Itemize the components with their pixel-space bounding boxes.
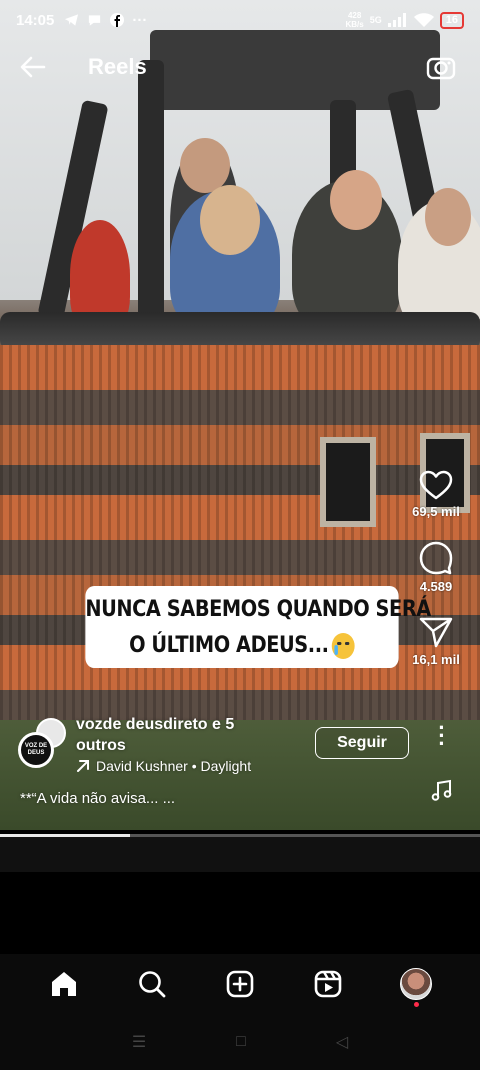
music-note-icon[interactable] xyxy=(430,778,454,802)
comment-icon xyxy=(419,541,453,575)
avatar[interactable]: VOZ DE DEUS xyxy=(18,732,54,768)
create-icon[interactable] xyxy=(220,964,260,1004)
music-info[interactable]: David Kushner • Daylight xyxy=(76,758,251,774)
back-triangle-icon[interactable]: ◁ xyxy=(336,1032,348,1052)
avatar-logo-text: VOZ DE DEUS xyxy=(21,735,51,765)
menu-icon[interactable]: ☰ xyxy=(132,1032,146,1052)
bottom-navigation xyxy=(0,954,480,1014)
status-right: 428 KB/s 5G 16 xyxy=(346,11,464,29)
reels-icon[interactable] xyxy=(308,964,348,1004)
status-bar: 14:05 ··· 428 KB/s 5G 16 xyxy=(0,0,480,40)
camera-icon[interactable] xyxy=(426,54,456,80)
reels-header: Reels xyxy=(0,48,480,88)
notification-icons: ··· xyxy=(64,12,147,29)
share-count: 16,1 mil xyxy=(412,652,460,667)
net-speed-unit: KB/s xyxy=(345,20,364,29)
net-speed-value: 428 xyxy=(347,11,362,20)
caption-line-2: O ÚLTIMO ADEUS... xyxy=(85,628,398,664)
like-count: 69,5 mil xyxy=(412,504,460,519)
heart-icon xyxy=(419,470,453,500)
arrow-left-icon[interactable] xyxy=(18,52,48,88)
status-time: 14:05 xyxy=(16,11,55,29)
reel-video[interactable] xyxy=(0,0,480,830)
home-icon[interactable] xyxy=(44,964,84,1004)
crying-face-emoji xyxy=(332,633,355,659)
telegram-icon xyxy=(65,14,79,26)
video-people xyxy=(60,138,480,330)
profile-avatar[interactable] xyxy=(396,964,436,1007)
share-button[interactable]: 16,1 mil xyxy=(406,616,466,667)
signal-icon xyxy=(387,13,406,27)
author-names[interactable]: vozde deusdireto e 5 outros xyxy=(76,714,296,756)
arrow-up-right-icon xyxy=(77,760,89,772)
comment-button[interactable]: 4.589 xyxy=(406,541,466,594)
chat-icon xyxy=(89,15,101,26)
more-options-icon[interactable]: · · · xyxy=(434,717,450,755)
empty-area xyxy=(0,872,480,954)
caption-line-1: NUNCA SABEMOS QUANDO SERÁ xyxy=(85,597,431,622)
like-button[interactable]: 69,5 mil xyxy=(406,470,466,519)
avatar xyxy=(400,968,432,1007)
battery-indicator: 16 xyxy=(439,11,464,29)
notification-dot xyxy=(414,1002,419,1007)
page-title: Reels xyxy=(88,54,147,79)
reel-actions: 69,5 mil 4.589 16,1 mil xyxy=(406,470,466,689)
net-speed: 428 KB/s xyxy=(346,11,364,29)
more-notifications-icon: ··· xyxy=(132,11,148,29)
follow-button[interactable]: Seguir xyxy=(315,727,409,759)
send-icon xyxy=(419,617,453,648)
network-type: 5G xyxy=(369,15,382,25)
comment-count: 4.589 xyxy=(419,579,453,594)
wifi-icon xyxy=(413,12,434,27)
video-caption: NUNCA SABEMOS QUANDO SERÁ O ÚLTIMO ADEUS… xyxy=(85,586,431,668)
post-description[interactable]: **“A vida não avisa... ... xyxy=(20,790,175,807)
search-icon[interactable] xyxy=(132,964,172,1004)
system-navigation: ☰ □ ◁ xyxy=(0,1014,480,1070)
reel-footer-area xyxy=(0,837,480,872)
author-line-1: vozde deusdireto e 5 xyxy=(76,716,235,733)
facebook-icon xyxy=(110,13,125,27)
caption-line-2-text: O ÚLTIMO ADEUS... xyxy=(129,633,329,658)
music-track: David Kushner • Daylight xyxy=(96,758,252,774)
home-square-icon[interactable]: □ xyxy=(236,1033,246,1051)
basket-window xyxy=(320,437,376,527)
author-line-2: outros xyxy=(76,737,126,754)
